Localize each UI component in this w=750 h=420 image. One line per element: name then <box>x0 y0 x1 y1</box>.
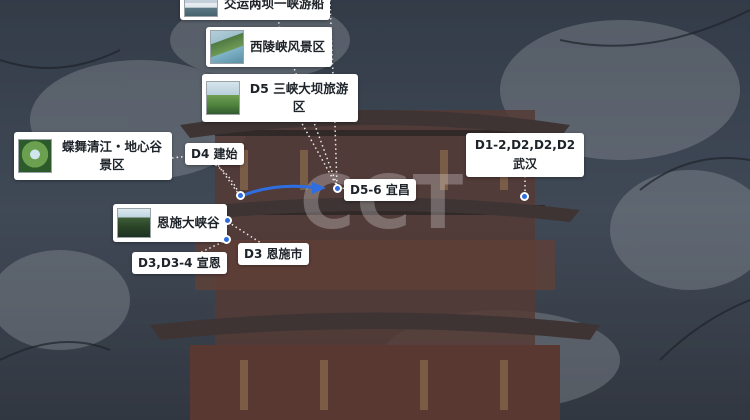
marker-wuhan[interactable] <box>520 192 529 201</box>
city-label-wuhan[interactable]: D1-2,D2,D2,D2 武汉 <box>466 133 584 177</box>
trip-map[interactable]: CCT 交运两坝一峡游船 西陵峡风景区 D5 三峡大坝旅游区 蝶舞清江・地心谷景… <box>0 0 750 420</box>
city-label-enshi-city[interactable]: D3 恩施市 <box>238 243 309 265</box>
city-label-xuanen[interactable]: D3,D3-4 宣恩 <box>132 252 227 274</box>
attraction-card-xiling[interactable]: 西陵峡风景区 <box>206 27 332 67</box>
attraction-thumbnail <box>117 208 151 238</box>
attraction-name: 西陵峡风景区 <box>250 39 326 54</box>
city-label-jianshi[interactable]: D4 建始 <box>185 143 244 165</box>
attraction-name: 恩施大峡谷 <box>157 215 220 230</box>
attraction-card-sanxia[interactable]: D5 三峡大坝旅游区 <box>202 74 358 122</box>
attraction-name: 蝶舞清江・地心谷景区 <box>61 139 162 172</box>
attraction-thumbnail <box>206 81 240 115</box>
attraction-card-dixin[interactable]: 蝶舞清江・地心谷景区 <box>14 132 172 180</box>
attraction-name: D5 三峡大坝旅游区 <box>249 81 349 114</box>
attraction-name: 交运两坝一峡游船 <box>224 0 325 11</box>
watermark: CCT <box>300 160 466 246</box>
attraction-thumbnail <box>18 139 52 173</box>
marker-enshi[interactable] <box>223 216 232 225</box>
marker-yichang[interactable] <box>333 184 342 193</box>
city-label-yichang[interactable]: D5-6 宜昌 <box>344 179 416 201</box>
attraction-card-enshi[interactable]: 恩施大峡谷 <box>113 204 227 242</box>
attraction-card-boat[interactable]: 交运两坝一峡游船 <box>180 0 330 20</box>
attraction-thumbnail <box>184 0 218 17</box>
marker-xuanen[interactable] <box>222 235 231 244</box>
attraction-thumbnail <box>210 30 244 64</box>
marker-jianshi[interactable] <box>236 191 245 200</box>
